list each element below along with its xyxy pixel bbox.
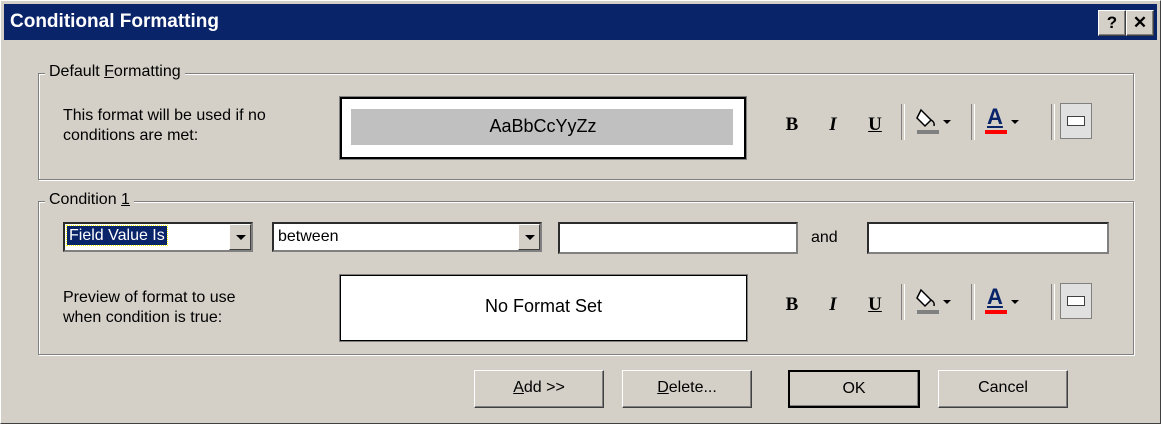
close-icon: ✕ <box>1132 13 1148 32</box>
delete-button[interactable]: Delete... <box>622 370 752 408</box>
value2-input[interactable] <box>867 222 1109 254</box>
title-bar: Conditional Formatting ? ✕ <box>4 4 1157 40</box>
condition-format-preview: No Format Set <box>339 274 748 342</box>
operator-combo[interactable]: between <box>272 222 542 252</box>
border-icon <box>1067 116 1085 126</box>
operator-combo-dropdown[interactable] <box>518 224 540 250</box>
default-formatting-legend: Default Formatting <box>45 63 185 81</box>
condition-underline-button[interactable]: U <box>862 294 888 316</box>
field-value-combo-text: Field Value Is <box>66 225 168 246</box>
condition-1-group: Condition 1 Field Value Is between and P… <box>38 191 1134 355</box>
default-formatting-group: Default Formatting This format will be u… <box>38 63 1134 180</box>
ok-button[interactable]: OK <box>788 370 920 408</box>
conditional-formatting-dialog: Conditional Formatting ? ✕ Default Forma… <box>0 0 1161 424</box>
field-combo-dropdown[interactable] <box>229 224 251 250</box>
paint-bucket-icon <box>916 108 939 134</box>
default-format-description: This format will be used if no condition… <box>63 107 266 144</box>
condition-fill-color-button[interactable] <box>913 284 953 320</box>
window-title: Conditional Formatting <box>10 11 219 32</box>
operator-combo-text: between <box>278 228 339 245</box>
condition-borders-button[interactable] <box>1060 283 1092 319</box>
value1-input[interactable] <box>558 222 798 254</box>
condition-1-legend: Condition 1 <box>45 191 134 209</box>
font-color-button[interactable]: A <box>981 104 1021 140</box>
border-icon <box>1067 296 1085 306</box>
cancel-button[interactable]: Cancel <box>938 370 1068 408</box>
fill-color-button[interactable] <box>913 104 953 140</box>
condition-italic-button[interactable]: I <box>820 294 846 316</box>
field-value-combo[interactable]: Field Value Is <box>63 222 253 252</box>
condition-bold-button[interactable]: B <box>779 294 805 316</box>
help-icon: ? <box>1106 13 1118 32</box>
borders-button[interactable] <box>1060 103 1092 139</box>
condition-preview-text: No Format Set <box>484 296 603 316</box>
close-button[interactable]: ✕ <box>1126 10 1154 36</box>
font-color-icon: A <box>987 284 1003 309</box>
condition-font-color-button[interactable]: A <box>981 284 1021 320</box>
bold-button[interactable]: B <box>779 114 805 136</box>
help-button[interactable]: ? <box>1098 10 1126 36</box>
font-color-icon: A <box>987 104 1003 129</box>
default-format-preview: AaBbCcYyZz <box>339 96 747 160</box>
italic-button[interactable]: I <box>820 114 846 136</box>
paint-bucket-icon <box>916 288 939 314</box>
and-label: and <box>811 229 838 246</box>
underline-button[interactable]: U <box>862 114 888 136</box>
condition-preview-label: Preview of format to use when condition … <box>63 289 236 326</box>
add-button[interactable]: Add >> <box>474 370 604 408</box>
default-preview-text: AaBbCcYyZz <box>489 116 597 136</box>
